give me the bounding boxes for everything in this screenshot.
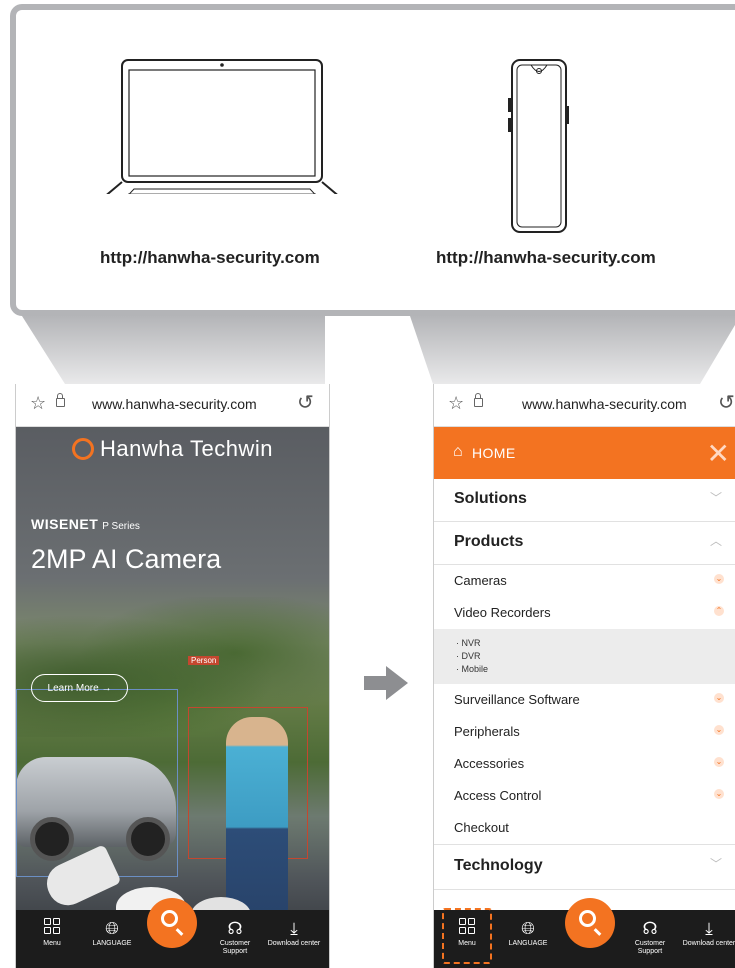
nav-support-label: Customer Support [634,940,666,955]
menu-list: Solutions ﹀ Products ︿ Cameras ⌄ Video R… [434,479,735,890]
chevron-down-icon: ⌄ [714,757,724,767]
item-label: Surveillance Software [454,692,580,707]
chevron-down-icon: ⌄ [714,725,724,735]
person-tag: Person [188,656,220,665]
globe-icon: 🌐︎ [521,919,535,938]
item-label: Video Recorders [454,605,551,620]
smartphone-icon [508,59,569,233]
category-label: Products [454,533,524,550]
menu-header: ⌂ HOME ✕ [434,427,735,479]
globe-icon: 🌐︎ [105,919,119,938]
menu-item-checkout[interactable]: Checkout [434,812,735,845]
device-panel: http://hanwha-security.com http://hanwha… [10,4,735,316]
bookmark-star-icon[interactable]: ☆ [448,393,464,414]
close-icon[interactable]: ✕ [707,437,730,470]
learn-more-button[interactable]: Learn More → [31,674,128,702]
submenu-item-dvr[interactable]: · DVR [456,650,735,663]
series-label: WISENET P Series [31,516,140,532]
nav-download-center[interactable]: ⤓ Download center [682,910,735,968]
menu-category-solutions[interactable]: Solutions ﹀ [434,479,735,522]
nav-support-label: Customer Support [219,940,251,955]
menu-item-cameras[interactable]: Cameras ⌄ [434,565,735,597]
item-label: Peripherals [454,724,520,739]
item-label: Access Control [454,788,542,803]
headset-icon: ☊ [642,919,658,938]
menu-highlight [442,908,492,964]
phone-menu-screen: ☆ www.hanwha-security.com ↺ ⌂ HOME ✕ Sol… [433,384,735,968]
menu-item-accessories[interactable]: Accessories ⌄ [434,748,735,780]
nav-customer-support[interactable]: ☊ Customer Support [209,910,261,968]
phone-url: http://hanwha-security.com [436,248,656,267]
lock-icon [56,393,65,407]
chevron-up-icon: ︿ [709,534,722,548]
nav-download-label: Download center [267,940,321,947]
nav-download-center[interactable]: ⤓ Download center [266,910,322,968]
brand-logo[interactable]: Hanwha Techwin [16,436,329,462]
item-label: Cameras [454,573,507,588]
laptop-icon [106,59,338,194]
menu-item-surveillance-software[interactable]: Surveillance Software ⌄ [434,684,735,716]
browser-url-bar: ☆ www.hanwha-security.com ↺ [434,384,735,427]
grid-menu-icon [26,918,78,940]
lock-icon [474,393,483,407]
chevron-down-icon: ⌄ [714,789,724,799]
category-label: Technology [454,857,543,874]
recorder-submenu: · NVR · DVR · Mobile [434,629,735,684]
menu-item-peripherals[interactable]: Peripherals ⌄ [434,716,735,748]
bookmark-star-icon[interactable]: ☆ [30,393,46,414]
submenu-item-nvr[interactable]: · NVR [456,637,735,650]
hero-title: 2MP AI Camera [31,544,222,574]
nav-menu[interactable]: Menu [26,910,78,968]
nav-language[interactable]: 🌐︎ LANGUAGE [84,910,140,968]
chevron-up-icon: ⌃ [714,606,724,616]
search-button[interactable] [147,898,197,948]
series-name: P Series [102,521,140,532]
menu-item-video-recorders[interactable]: Video Recorders ⌃ [434,597,735,629]
chevron-down-icon: ﹀ [709,857,722,871]
nav-language-label: LANGUAGE [92,940,132,947]
chevron-down-icon: ⌄ [714,574,724,584]
laptop-url: http://hanwha-security.com [100,248,320,267]
reload-icon[interactable]: ↺ [718,390,735,415]
address-text[interactable]: www.hanwha-security.com [92,396,257,412]
arrow-right-icon [364,666,408,700]
download-icon: ⤓ [705,919,713,938]
phone-home-screen: ☆ www.hanwha-security.com ↺ Hanwha Techw… [15,384,330,968]
reload-icon[interactable]: ↺ [297,390,314,415]
home-icon: ⌂ [453,443,463,460]
nav-language-label: LANGUAGE [508,940,548,947]
search-button[interactable] [565,898,615,948]
nav-language[interactable]: 🌐︎ LANGUAGE [500,910,556,968]
chevron-down-icon: ﹀ [709,491,722,505]
address-text[interactable]: www.hanwha-security.com [522,396,687,412]
menu-category-technology[interactable]: Technology ﹀ [434,845,735,890]
brand-name: Hanwha Techwin [100,436,273,461]
category-label: Solutions [454,490,527,507]
hanwha-logo-icon [72,438,95,460]
home-link[interactable]: HOME [472,445,516,461]
browser-url-bar: ☆ www.hanwha-security.com ↺ [16,384,329,427]
bottom-nav: Menu 🌐︎ LANGUAGE ☊ Customer Support ⤓ Do… [16,898,329,968]
item-label: Checkout [454,820,509,835]
chevron-down-icon: ⌄ [714,693,724,703]
nav-download-label: Download center [682,940,735,947]
search-icon [579,910,596,927]
download-icon: ⤓ [290,919,298,938]
headset-icon: ☊ [227,919,243,938]
series-brand: WISENET [31,516,99,532]
search-icon [161,910,178,927]
item-label: Accessories [454,756,525,771]
person-image [226,717,288,917]
menu-item-access-control[interactable]: Access Control ⌄ [434,780,735,812]
nav-customer-support[interactable]: ☊ Customer Support [624,910,676,968]
menu-category-products[interactable]: Products ︿ [434,522,735,565]
nav-menu-label: Menu [43,940,61,947]
submenu-item-mobile[interactable]: · Mobile [456,663,735,676]
